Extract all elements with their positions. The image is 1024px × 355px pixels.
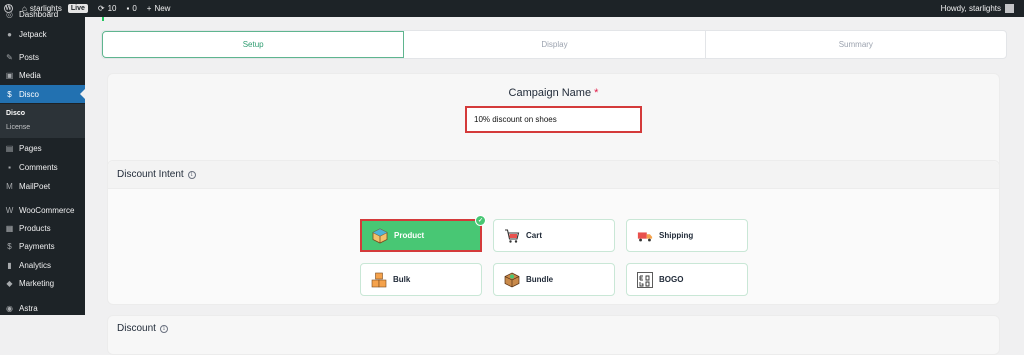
pin-icon: ✎ (6, 52, 13, 62)
campaign-name-label-text: Campaign Name (508, 87, 592, 99)
option-label: Bulk (393, 275, 411, 284)
tab-display[interactable]: Display (404, 31, 706, 58)
submenu-item-license[interactable]: License (0, 120, 85, 134)
sidebar-item-payments[interactable]: $ Payments (0, 237, 85, 255)
product-box-icon (372, 228, 388, 244)
shipping-truck-icon (637, 228, 653, 244)
step-tabs: Setup Display Summary (101, 30, 1007, 59)
info-icon[interactable]: i (159, 324, 168, 333)
media-icon: ▣ (5, 70, 14, 80)
updates-link[interactable]: ⟳ 10 (93, 0, 122, 17)
sidebar-item-dashboard[interactable]: ◎ Dashboard (0, 5, 85, 23)
marketing-icon: ◆ (6, 278, 13, 288)
jetpack-icon: ● (7, 29, 12, 39)
campaign-name-input[interactable]: 10% discount on shoes (465, 106, 642, 133)
info-icon[interactable]: i (187, 170, 196, 179)
payments-icon: $ (7, 241, 12, 251)
disco-icon: $ (7, 89, 12, 99)
progress-marker (102, 17, 104, 21)
discount-intent-title: Discount Intent (117, 169, 184, 180)
sidebar-item-mailpoet[interactable]: M MailPoet (0, 177, 85, 195)
comment-bubble-icon: ▪ (126, 4, 130, 13)
sidebar-item-label: Media (19, 70, 41, 80)
pages-icon: ▤ (5, 143, 14, 153)
intent-option-bogo[interactable]: BOGO (626, 263, 748, 296)
discount-header: Discount i (117, 323, 168, 334)
sidebar-item-pages[interactable]: ▤ Pages (0, 139, 85, 157)
new-content-link[interactable]: + New (142, 0, 176, 17)
tab-summary[interactable]: Summary (706, 31, 1006, 58)
disco-submenu: Disco License (0, 104, 85, 138)
intent-option-cart[interactable]: Cart (493, 219, 615, 252)
intent-option-bundle[interactable]: Bundle (493, 263, 615, 296)
new-label: New (154, 4, 171, 13)
sidebar-item-marketing[interactable]: ◆ Marketing (0, 274, 85, 292)
sidebar-item-label: Marketing (19, 278, 55, 288)
admin-sidebar: ◎ Dashboard ● Jetpack ✎ Posts ▣ Media $ … (0, 10, 85, 317)
bulk-boxes-icon (371, 272, 387, 288)
sidebar-item-label: Pages (19, 143, 42, 153)
dashboard-icon: ◎ (6, 9, 13, 19)
sidebar-item-label: Posts (19, 52, 40, 62)
campaign-name-card: Campaign Name * 10% discount on shoes (107, 73, 1000, 169)
admin-bar: W ⌂ starlights Live ⟳ 10 ▪ 0 + New Howdy… (0, 0, 1024, 17)
discount-card: Discount i (107, 315, 1000, 355)
sidebar-item-posts[interactable]: ✎ Posts (0, 48, 85, 66)
discount-intent-header: Discount Intent i (108, 161, 999, 189)
option-label: Cart (526, 231, 543, 240)
sidebar-item-woocommerce[interactable]: W WooCommerce (0, 201, 85, 219)
intent-option-product[interactable]: Product ✓ (360, 215, 486, 252)
sidebar-item-label: Dashboard (19, 9, 59, 19)
option-label: Shipping (659, 231, 694, 240)
discount-title: Discount (117, 323, 156, 334)
intent-option-shipping[interactable]: Shipping (626, 219, 748, 252)
cart-icon (504, 228, 520, 244)
required-mark: * (594, 87, 599, 99)
sidebar-item-label: Comments (19, 162, 58, 172)
discount-intent-card: Discount Intent i Product ✓ Cart Shippin… (107, 160, 1000, 305)
submenu-item-disco[interactable]: Disco (0, 106, 85, 120)
updates-icon: ⟳ (97, 4, 105, 13)
sidebar-item-astra[interactable]: ◉ Astra (0, 299, 85, 317)
sidebar-item-media[interactable]: ▣ Media (0, 66, 85, 84)
comments-link[interactable]: ▪ 0 (121, 0, 141, 17)
submenu-item-label: License (6, 123, 31, 131)
option-label: Product (394, 231, 425, 240)
sidebar-item-comments[interactable]: ▪ Comments (0, 158, 85, 176)
bundle-icon (504, 272, 520, 288)
sidebar-item-label: Analytics (19, 260, 52, 270)
sidebar-item-label: Products (19, 223, 51, 233)
option-label: Bundle (526, 275, 554, 284)
sidebar-item-label: Disco (19, 89, 40, 99)
sidebar-item-label: MailPoet (19, 181, 51, 191)
greeting: Howdy, starlights (940, 4, 1001, 13)
sidebar-item-label: Payments (19, 241, 55, 251)
submenu-item-label: Disco (6, 109, 26, 117)
products-icon: ▦ (5, 223, 14, 233)
astra-icon: ◉ (6, 303, 13, 313)
analytics-icon: ▮ (7, 260, 12, 270)
main-content: Setup Display Summary Campaign Name * 10… (85, 17, 1024, 355)
my-account-link[interactable]: Howdy, starlights (941, 4, 1024, 13)
option-label: BOGO (659, 275, 684, 284)
sidebar-item-label: Astra (19, 303, 38, 313)
sidebar-item-disco[interactable]: $ Disco (0, 85, 85, 103)
sidebar-item-label: WooCommerce (19, 205, 75, 215)
sidebar-item-products[interactable]: ▦ Products (0, 219, 85, 237)
sidebar-item-label: Jetpack (19, 29, 47, 39)
mailpoet-icon: M (6, 181, 13, 191)
updates-count: 10 (107, 4, 117, 13)
sidebar-item-analytics[interactable]: ▮ Analytics (0, 256, 85, 274)
comment-icon: ▪ (8, 162, 11, 172)
intent-option-bulk[interactable]: Bulk (360, 263, 482, 296)
comments-count: 0 (132, 4, 137, 13)
tab-setup[interactable]: Setup (102, 31, 405, 58)
bogo-icon (637, 271, 653, 288)
campaign-name-label: Campaign Name * (108, 87, 999, 99)
sidebar-item-jetpack[interactable]: ● Jetpack (0, 25, 85, 43)
plus-icon: + (146, 4, 152, 13)
woocommerce-icon: W (5, 205, 14, 215)
selected-check-icon: ✓ (475, 215, 486, 226)
avatar (1005, 4, 1014, 13)
